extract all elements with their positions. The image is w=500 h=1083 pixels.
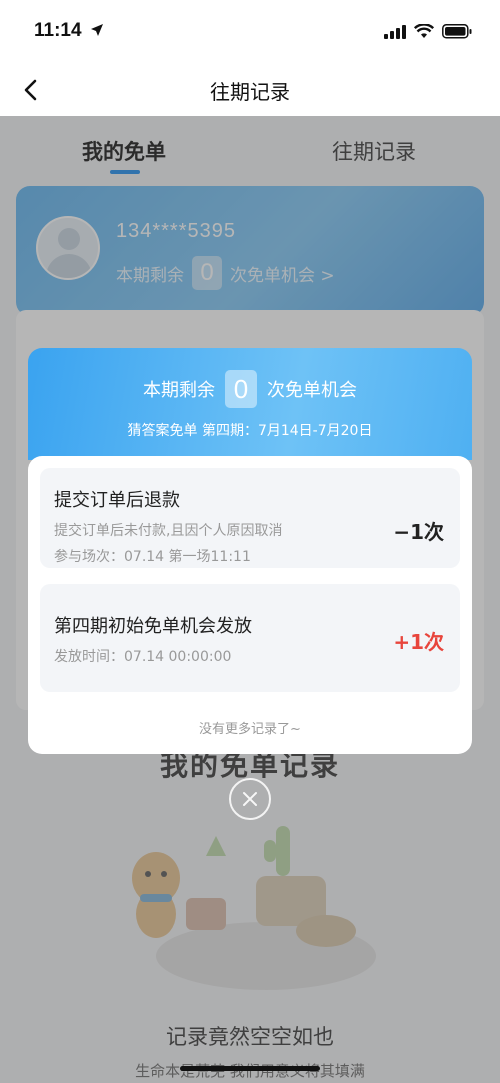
record-title: 提交订单后退款 xyxy=(54,490,180,511)
record-description: 提交订单后未付款,且因个人原因取消 xyxy=(54,523,283,539)
record-meta: 发放时间：07.14 00:00:00 xyxy=(54,649,232,665)
status-icons xyxy=(384,24,472,39)
modal-remain-count: 0 xyxy=(225,370,257,408)
close-button[interactable] xyxy=(229,778,271,820)
nav-bar: 往期记录 xyxy=(0,64,500,116)
location-arrow-icon xyxy=(90,24,103,36)
modal-record-list: 提交订单后退款 提交订单后未付款,且因个人原因取消 参与场次：07.14 第一场… xyxy=(28,456,472,754)
modal-period: 猜答案免单 第四期：7月14日-7月20日 xyxy=(127,423,373,439)
status-time: 11:14 xyxy=(34,20,104,42)
home-indicator xyxy=(180,1066,320,1071)
close-icon xyxy=(243,792,257,806)
no-more-records: 没有更多记录了~ xyxy=(199,722,301,737)
list-item: 第四期初始免单机会发放 发放时间：07.14 00:00:00 +1次 xyxy=(40,584,460,692)
battery-icon xyxy=(442,24,472,39)
modal-header: 本期剩余 0 次免单机会 猜答案免单 第四期：7月14日-7月20日 xyxy=(28,348,472,460)
list-item: 提交订单后退款 提交订单后未付款,且因个人原因取消 参与场次：07.14 第一场… xyxy=(40,468,460,568)
wifi-icon xyxy=(414,24,434,38)
signal-icon xyxy=(384,24,406,39)
modal-remaining: 本期剩余 0 次免单机会 xyxy=(28,370,472,408)
record-title: 第四期初始免单机会发放 xyxy=(54,616,252,637)
page-title: 往期记录 xyxy=(210,80,290,104)
record-meta: 参与场次：07.14 第一场11:11 xyxy=(54,549,251,565)
status-bar: 11:14 xyxy=(0,0,500,64)
record-amount: −1次 xyxy=(393,520,444,544)
record-amount: +1次 xyxy=(393,630,444,654)
modal-remain-suffix: 次免单机会 xyxy=(267,380,357,401)
modal-remain-prefix: 本期剩余 xyxy=(143,380,215,401)
